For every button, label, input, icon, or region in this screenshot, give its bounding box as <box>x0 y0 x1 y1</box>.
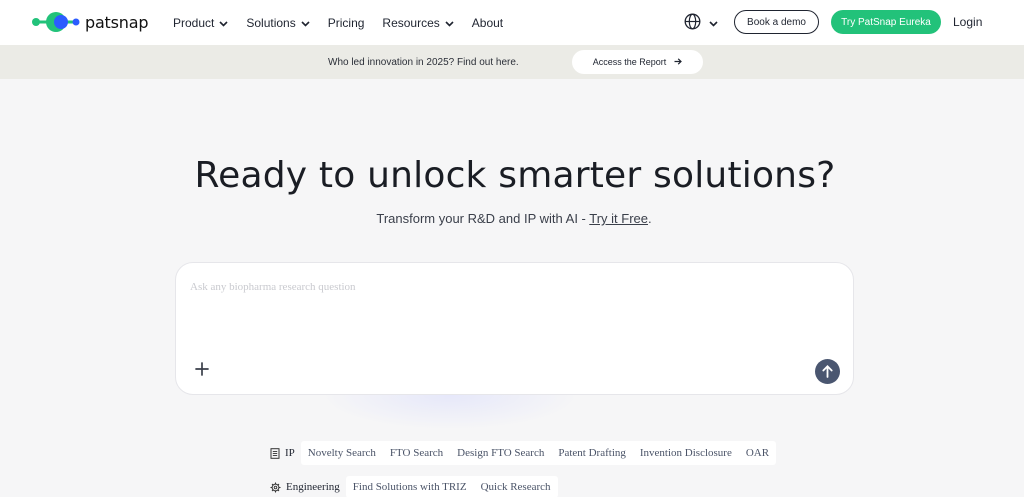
chip-quick-research[interactable]: Quick Research <box>474 481 558 493</box>
menu-item-label: About <box>471 15 504 30</box>
hero-subtitle: Transform your R&D and IP with AI - Try … <box>0 211 1024 226</box>
engineering-category: Engineering <box>264 476 346 497</box>
main-menu: Product Solutions Pricing Resources Abou… <box>173 0 521 45</box>
search-box <box>175 262 854 395</box>
page-title: Ready to unlock smarter solutions? <box>194 155 836 196</box>
access-report-button[interactable]: Access the Report <box>572 50 703 74</box>
menu-item-product[interactable]: Product <box>173 16 228 30</box>
ip-chips: Novelty Search FTO Search Design FTO Sea… <box>300 441 777 465</box>
search-input[interactable] <box>190 277 830 297</box>
logo-mark-icon <box>31 10 81 34</box>
ip-category-label: IP <box>285 447 295 459</box>
chip-invention-disclosure[interactable]: Invention Disclosure <box>633 447 739 459</box>
chip-fto-search[interactable]: FTO Search <box>383 447 450 459</box>
chip-oar[interactable]: OAR <box>739 447 776 459</box>
menu-item-label: Resources <box>382 15 440 30</box>
subtitle-text: Transform your R&D and IP with AI - <box>376 211 590 226</box>
engineering-chips: Find Solutions with TRIZ Quick Research <box>345 476 558 497</box>
menu-item-pricing[interactable]: Pricing <box>328 16 365 30</box>
globe-icon <box>684 13 701 35</box>
chip-patent-drafting[interactable]: Patent Drafting <box>551 447 633 459</box>
chevron-down-icon <box>445 16 454 30</box>
try-eureka-button[interactable]: Try PatSnap Eureka <box>831 10 941 34</box>
logo-text: patsnap <box>85 12 149 32</box>
access-report-label: Access the Report <box>592 57 667 67</box>
try-free-link[interactable]: Try it Free <box>589 211 648 226</box>
ip-chip-row: IP Novelty Search FTO Search Design FTO … <box>264 441 777 465</box>
menu-item-resources[interactable]: Resources <box>382 15 454 30</box>
arrow-right-icon <box>674 57 683 67</box>
chevron-down-icon <box>709 21 718 27</box>
announcement-banner: Who led innovation in 2025? Find out her… <box>0 45 1024 79</box>
chip-design-fto-search[interactable]: Design FTO Search <box>450 447 551 459</box>
menu-item-solutions[interactable]: Solutions <box>246 15 310 30</box>
subtitle-suffix: . <box>648 211 652 226</box>
send-button[interactable] <box>815 359 840 384</box>
gear-icon <box>270 482 281 493</box>
patsnap-logo[interactable]: patsnap <box>31 10 148 34</box>
language-selector[interactable] <box>684 13 718 35</box>
book-demo-button[interactable]: Book a demo <box>734 10 819 34</box>
chevron-down-icon <box>219 16 228 30</box>
login-link[interactable]: Login <box>953 15 982 29</box>
banner-text: Who led innovation in 2025? Find out her… <box>328 57 519 68</box>
arrow-up-icon <box>822 365 833 378</box>
menu-item-label: Product <box>173 15 215 30</box>
top-navigation: patsnap Product Solutions Pricing Resour… <box>0 0 1024 45</box>
engineering-chip-row: Engineering Find Solutions with TRIZ Qui… <box>264 476 558 497</box>
document-icon <box>270 447 280 459</box>
chip-find-solutions-triz[interactable]: Find Solutions with TRIZ <box>346 481 474 493</box>
ip-category: IP <box>264 441 301 465</box>
plus-icon[interactable] <box>194 361 210 377</box>
menu-item-label: Solutions <box>246 15 296 30</box>
menu-item-label: Pricing <box>327 15 365 30</box>
engineering-category-label: Engineering <box>286 481 340 493</box>
chevron-down-icon <box>301 16 310 30</box>
chip-novelty-search[interactable]: Novelty Search <box>301 447 383 459</box>
menu-item-about[interactable]: About <box>472 16 503 30</box>
